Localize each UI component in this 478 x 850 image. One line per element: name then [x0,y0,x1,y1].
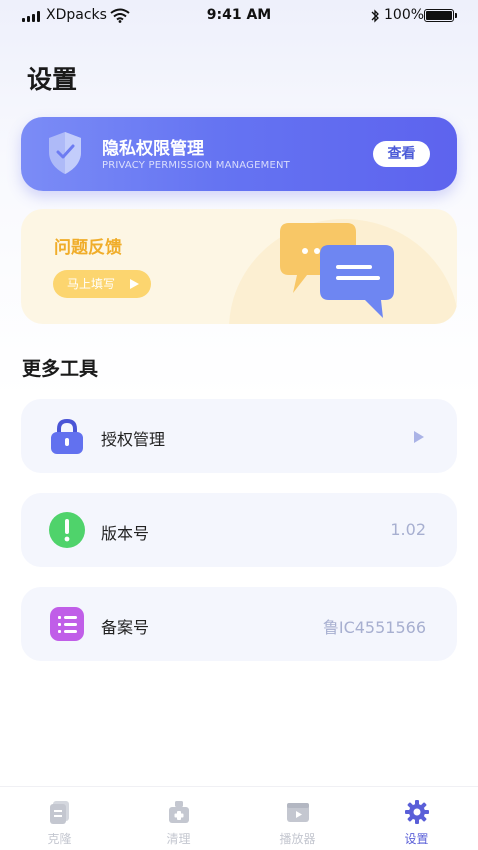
battery-icon [424,9,457,22]
tool-row-filing-number[interactable]: 备案号 鲁IC4551566 [21,587,457,661]
play-arrow-icon [130,279,139,289]
tool-row-authorization[interactable]: 授权管理 [21,399,457,473]
tool-label: 授权管理 [101,430,166,449]
tab-label: 清理 [166,832,191,846]
tab-clone[interactable]: 克隆 [0,787,119,850]
tool-row-version[interactable]: 版本号 1.02 [21,493,457,567]
filing-number-value: 鲁IC4551566 [322,618,426,637]
fill-now-button[interactable]: 马上填写 [53,270,151,298]
bottom-tab-bar: 克隆 清理 播放器 设置 [0,786,478,850]
tab-player[interactable]: 播放器 [238,787,357,850]
tab-label: 播放器 [279,832,316,846]
privacy-card-subtitle: PRIVACY PERMISSION MANAGEMENT [102,160,290,171]
fill-now-label: 马上填写 [67,277,116,291]
privacy-card-title: 隐私权限管理 [102,139,204,159]
lock-icon [51,418,83,454]
tool-label: 版本号 [101,524,150,543]
version-value: 1.02 [390,520,426,539]
tab-settings[interactable]: 设置 [357,787,476,850]
bluetooth-icon [371,9,379,23]
tab-clean[interactable]: 清理 [119,787,238,850]
clone-icon [50,801,69,824]
status-bar: XDpacks 9:41 AM 100% [0,0,478,32]
battery-fill [426,11,452,20]
chevron-right-icon [414,431,424,443]
list-icon [50,607,84,641]
chat-bubbles-icon [280,223,394,318]
feedback-card[interactable]: 问题反馈 马上填写 [21,209,457,324]
section-title-more-tools: 更多工具 [22,358,99,380]
player-icon [287,803,309,822]
tab-label: 克隆 [47,832,72,846]
tab-label: 设置 [404,832,429,846]
shield-check-icon [49,132,81,174]
exclamation-icon [49,512,85,548]
view-button[interactable]: 查看 [373,141,430,167]
gear-icon [405,800,429,824]
tool-label: 备案号 [101,618,150,637]
battery-percent: 100% [384,7,425,23]
clean-icon [169,801,189,823]
privacy-permission-card[interactable]: 隐私权限管理 PRIVACY PERMISSION MANAGEMENT 查看 [21,117,457,191]
feedback-card-title: 问题反馈 [54,238,122,258]
page-title: 设置 [27,65,78,94]
